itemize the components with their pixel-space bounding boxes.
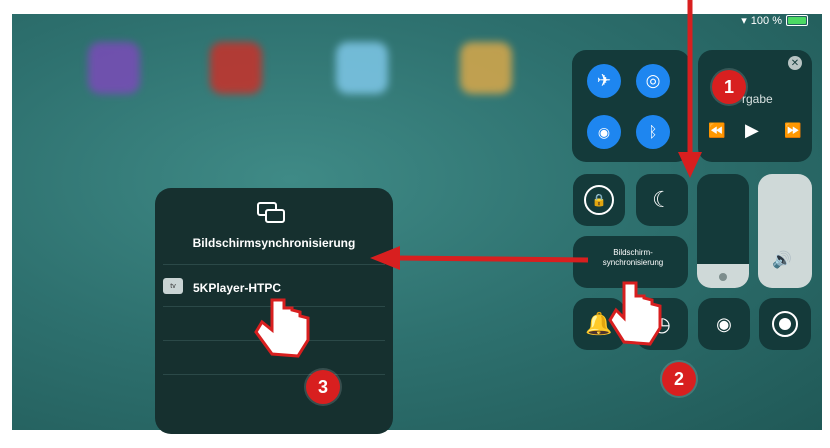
brightness-icon — [719, 273, 727, 281]
connectivity-tile — [572, 50, 690, 162]
wifi-status-icon: ▾ — [741, 15, 747, 27]
brightness-slider[interactable] — [697, 174, 749, 288]
wifi-button[interactable]: ◉ — [587, 115, 621, 149]
left-border — [0, 0, 12, 448]
camera-icon: ◉ — [716, 313, 732, 334]
bluetooth-button[interactable]: ᛒ — [636, 115, 670, 149]
right-border — [822, 0, 830, 448]
rotation-lock-icon: 🔒 — [584, 185, 614, 215]
silent-mode-button[interactable]: 🔔 — [573, 298, 625, 350]
play-icon[interactable]: ▶ — [745, 120, 759, 141]
orientation-lock-button[interactable]: 🔒 — [573, 174, 625, 226]
moon-icon: ☾ — [652, 187, 672, 212]
popup-divider-1 — [163, 264, 385, 265]
record-icon — [772, 311, 798, 337]
status-bar: ▾ 100 % — [741, 14, 808, 27]
timer-button[interactable]: ◷ — [636, 298, 688, 350]
app-icon-lightblue[interactable] — [336, 42, 388, 94]
app-icon-red[interactable] — [210, 42, 262, 94]
step-marker-3: 3 — [306, 370, 340, 404]
screen-recording-button[interactable] — [759, 298, 811, 350]
close-icon[interactable]: ✕ — [788, 56, 802, 70]
airplane-mode-button[interactable]: ✈ — [587, 64, 621, 98]
popup-title: Bildschirmsynchronisierung — [192, 236, 356, 250]
device-5kplayer[interactable]: 5KPlayer-HTPC — [193, 281, 281, 295]
battery-icon — [786, 15, 808, 26]
speaker-icon: 🔊 — [772, 252, 792, 269]
do-not-disturb-button[interactable]: ☾ — [636, 174, 688, 226]
step-marker-2: 2 — [662, 362, 696, 396]
rewind-icon[interactable]: ⏪ — [708, 122, 725, 139]
bell-icon: 🔔 — [585, 311, 613, 336]
airplane-icon: ✈ — [596, 71, 612, 90]
popup-divider-4 — [163, 374, 385, 375]
screen-mirroring-popup — [155, 188, 393, 434]
app-icon-multicolor[interactable] — [460, 42, 512, 94]
popup-divider-2 — [163, 306, 385, 307]
camera-button[interactable]: ◉ — [698, 298, 750, 350]
apple-tv-icon: tv — [163, 278, 183, 294]
screen-mirroring-label-line2: synchronisierung — [602, 258, 664, 267]
forward-icon[interactable]: ⏩ — [784, 122, 801, 139]
bluetooth-icon: ᛒ — [648, 123, 658, 141]
now-playing-title: rgabe — [742, 92, 773, 106]
screen-mirroring-label: Bildschirm- synchronisierung — [583, 248, 683, 268]
screen-mirroring-label-line1: Bildschirm- — [613, 248, 653, 257]
wifi-icon: ◉ — [597, 123, 611, 140]
timer-icon: ◷ — [653, 313, 671, 336]
battery-percent: 100 % — [750, 14, 782, 27]
airdrop-icon: ◎ — [645, 71, 661, 90]
step-marker-1: 1 — [712, 70, 746, 104]
app-icon-purple[interactable] — [88, 42, 140, 94]
volume-slider[interactable]: 🔊 — [758, 174, 812, 288]
popup-divider-3 — [163, 340, 385, 341]
airdrop-button[interactable]: ◎ — [636, 64, 670, 98]
